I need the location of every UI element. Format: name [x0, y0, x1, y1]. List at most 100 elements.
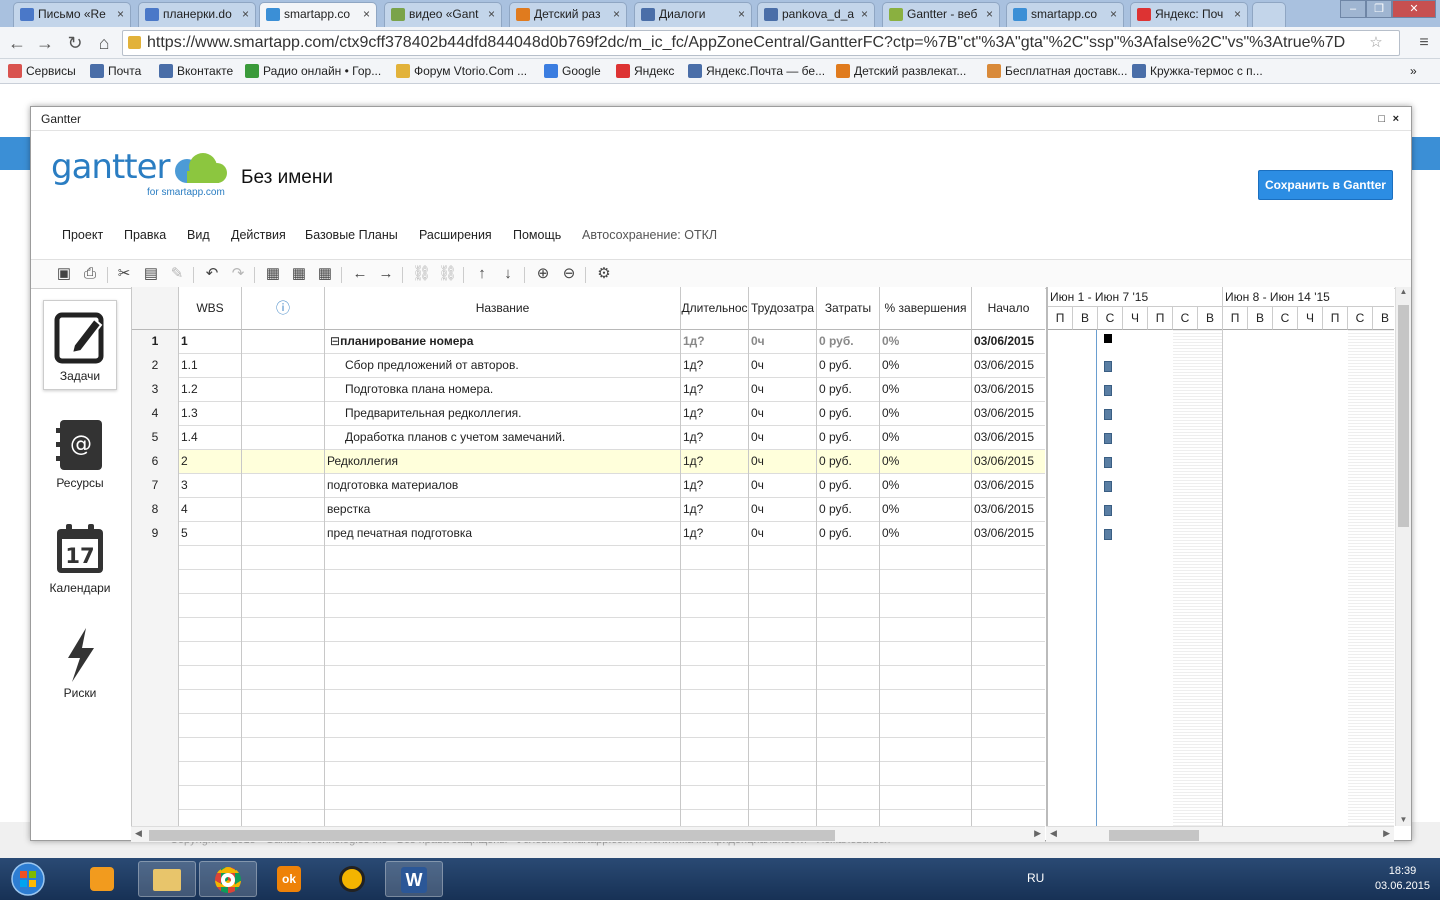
tab-close-icon[interactable]: ×: [1234, 3, 1241, 25]
delete-task-icon[interactable]: ▦: [316, 265, 334, 283]
duration-cell[interactable]: [681, 714, 749, 738]
row-number[interactable]: [132, 786, 179, 810]
table-row[interactable]: 5 1.4 Доработка планов с учетом замечаний.…: [132, 426, 1045, 450]
percent-cell[interactable]: [880, 618, 972, 642]
header-row-number[interactable]: [132, 287, 179, 330]
info-cell[interactable]: [242, 546, 325, 570]
duration-cell[interactable]: 1д?: [681, 450, 749, 474]
duration-cell[interactable]: 1д?: [681, 522, 749, 546]
task-bar[interactable]: [1104, 409, 1112, 420]
task-name-cell[interactable]: [325, 618, 681, 642]
start-cell[interactable]: 03/06/2015: [972, 378, 1045, 402]
row-number[interactable]: 1: [132, 330, 179, 354]
tab-close-icon[interactable]: ×: [1110, 3, 1117, 25]
start-cell[interactable]: [972, 570, 1045, 594]
table-row[interactable]: 1 1 ⊟планирование номера 1д? 0ч 0 руб. 0% 03/06…: [132, 330, 1045, 354]
wbs-cell[interactable]: [179, 666, 242, 690]
duration-cell[interactable]: 1д?: [681, 426, 749, 450]
odnoklassniki-icon[interactable]: ok: [260, 861, 318, 897]
wbs-cell[interactable]: 1.2: [179, 378, 242, 402]
percent-cell[interactable]: [880, 690, 972, 714]
wbs-cell[interactable]: [179, 618, 242, 642]
duration-cell[interactable]: [681, 738, 749, 762]
bookmark-item[interactable]: Форум Vtorio.Com ...: [394, 60, 527, 82]
info-cell[interactable]: [242, 378, 325, 402]
work-cell[interactable]: [749, 786, 817, 810]
duration-cell[interactable]: [681, 546, 749, 570]
start-cell[interactable]: [972, 810, 1045, 826]
table-row[interactable]: [132, 690, 1045, 714]
tab-close-icon[interactable]: ×: [488, 3, 495, 25]
start-cell[interactable]: [972, 738, 1045, 762]
task-name-cell[interactable]: [325, 546, 681, 570]
start-cell[interactable]: 03/06/2015: [972, 498, 1045, 522]
star-icon[interactable]: ☆: [1365, 32, 1387, 54]
menu-item[interactable]: Проект: [62, 228, 103, 242]
wbs-cell[interactable]: [179, 786, 242, 810]
table-row[interactable]: 7 3 подготовка материалов 1д? 0ч 0 руб. 0% 03/0…: [132, 474, 1045, 498]
wbs-cell[interactable]: [179, 594, 242, 618]
percent-cell[interactable]: 0%: [880, 498, 972, 522]
work-cell[interactable]: 0ч: [749, 378, 817, 402]
percent-cell[interactable]: [880, 738, 972, 762]
percent-cell[interactable]: 0%: [880, 354, 972, 378]
scroll-right-icon[interactable]: ▶: [1383, 828, 1390, 839]
table-row[interactable]: 4 1.3 Предварительная редколлегия. 1д? 0ч 0 р…: [132, 402, 1045, 426]
cost-cell[interactable]: [817, 618, 880, 642]
info-cell[interactable]: [242, 498, 325, 522]
table-row[interactable]: [132, 810, 1045, 826]
browser-tab[interactable]: Диалоги ×: [634, 2, 752, 27]
duration-cell[interactable]: 1д?: [681, 330, 749, 354]
minimize-icon[interactable]: –: [1340, 0, 1366, 18]
cost-cell[interactable]: [817, 642, 880, 666]
table-row[interactable]: 3 1.2 Подготовка плана номера. 1д? 0ч 0 руб. 0…: [132, 378, 1045, 402]
zoom-in-icon[interactable]: ⊕: [534, 265, 552, 283]
header-name[interactable]: Название: [325, 287, 681, 330]
cost-cell[interactable]: [817, 666, 880, 690]
table-row[interactable]: [132, 546, 1045, 570]
cost-cell[interactable]: [817, 738, 880, 762]
maximize-icon[interactable]: □: [1378, 107, 1385, 131]
duration-cell[interactable]: 1д?: [681, 402, 749, 426]
cost-cell[interactable]: 0 руб.: [817, 330, 880, 354]
work-cell[interactable]: [749, 642, 817, 666]
redo-icon[interactable]: ↷: [229, 265, 247, 283]
work-cell[interactable]: 0ч: [749, 330, 817, 354]
wbs-cell[interactable]: [179, 546, 242, 570]
table-row[interactable]: [132, 786, 1045, 810]
task-name-cell[interactable]: [325, 810, 681, 826]
table-row[interactable]: [132, 594, 1045, 618]
back-icon[interactable]: ←: [6, 32, 28, 54]
restore-icon[interactable]: ❐: [1366, 0, 1392, 18]
row-number[interactable]: [132, 618, 179, 642]
work-cell[interactable]: [749, 570, 817, 594]
info-cell[interactable]: [242, 402, 325, 426]
file-explorer-icon[interactable]: [138, 861, 196, 897]
task-bar[interactable]: [1104, 481, 1112, 492]
table-row[interactable]: [132, 714, 1045, 738]
work-cell[interactable]: [749, 714, 817, 738]
browser-tab[interactable]: Яндекс: Поч ×: [1130, 2, 1248, 27]
task-bar[interactable]: [1104, 433, 1112, 444]
start-cell[interactable]: [972, 762, 1045, 786]
vertical-scrollbar[interactable]: ▲ ▼: [1395, 287, 1411, 826]
sidebar-item-risks[interactable]: Риски: [43, 618, 117, 700]
tab-close-icon[interactable]: ×: [613, 3, 620, 25]
task-name-cell[interactable]: [325, 570, 681, 594]
work-cell[interactable]: 0ч: [749, 450, 817, 474]
word-icon[interactable]: W: [385, 861, 443, 897]
tab-close-icon[interactable]: ×: [986, 3, 993, 25]
browser-tab[interactable]: smartapp.co ×: [259, 2, 377, 28]
aimp-icon[interactable]: [323, 861, 381, 897]
task-name-cell[interactable]: [325, 738, 681, 762]
task-bar[interactable]: [1104, 385, 1112, 396]
work-cell[interactable]: [749, 546, 817, 570]
outdent-icon[interactable]: ←: [351, 265, 369, 283]
browser-tab[interactable]: pankova_d_a ×: [757, 2, 875, 27]
header-duration[interactable]: Длительнос: [681, 287, 749, 330]
task-name-cell[interactable]: Предварительная редколлегия.: [325, 402, 681, 426]
header-work[interactable]: Трудозатра: [749, 287, 817, 330]
task-name-cell[interactable]: [325, 690, 681, 714]
info-cell[interactable]: [242, 666, 325, 690]
row-number[interactable]: 9: [132, 522, 179, 546]
